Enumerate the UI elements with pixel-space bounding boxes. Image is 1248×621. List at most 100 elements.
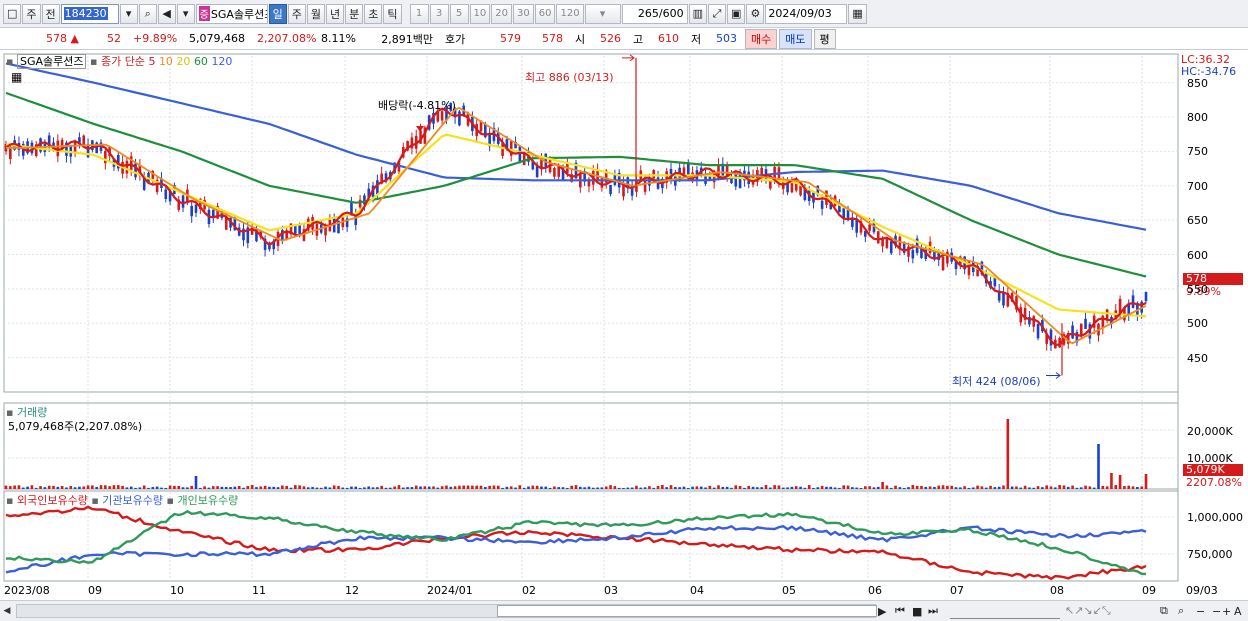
save-icon[interactable]: ▣ (726, 3, 746, 24)
interval-tab[interactable]: 3 (429, 3, 449, 24)
zoom-slider[interactable] (950, 603, 1060, 619)
stock-chart[interactable] (0, 50, 1248, 600)
period-tab[interactable]: 년 (326, 3, 345, 24)
zoom-minus-icon[interactable]: − (1212, 603, 1221, 619)
interval-tab[interactable]: 30 (513, 3, 534, 24)
candle-body (738, 173, 742, 189)
interval-tab[interactable]: 1 (409, 3, 429, 24)
sell-button[interactable]: 매도 (779, 28, 812, 49)
volume-bar (928, 486, 932, 489)
prev-button[interactable]: 전 (41, 3, 60, 24)
period-main-select[interactable]: 주 (22, 3, 41, 24)
volume-bar (471, 485, 474, 489)
draw-tools-icon[interactable]: ↖↗↘↙⤡ (1065, 603, 1111, 619)
volume-bar (108, 486, 111, 489)
open-label: 시 (575, 32, 586, 46)
legend-ma10: 10 (158, 55, 173, 68)
scroll-right-icon[interactable]: ▶ (878, 603, 886, 619)
first-icon[interactable]: ⏮ (895, 603, 905, 619)
volume-bar (1010, 486, 1014, 489)
volume-bar (522, 487, 526, 489)
volume-bar (436, 487, 440, 489)
quote-price-wrap: 578 ▲ (0, 32, 85, 45)
interval-tab[interactable]: 10 (469, 3, 491, 24)
volume-bar (820, 485, 824, 489)
volume-bar (389, 487, 392, 489)
volume-bar (777, 485, 781, 489)
volume-bar (656, 485, 660, 489)
volume-bar (907, 487, 910, 489)
buy-button[interactable]: 매수 (745, 28, 778, 49)
volume-bar (263, 485, 267, 489)
volume-bar (669, 485, 673, 489)
search-icon[interactable]: ⌕ (138, 3, 157, 24)
legend-ma120: 120 (211, 55, 233, 68)
volume-bar (475, 485, 478, 489)
stock-code-input[interactable]: 184230 (60, 3, 119, 24)
gear-icon[interactable]: ⚙ (746, 3, 765, 24)
volume-bar (276, 487, 280, 489)
code-dropdown-icon[interactable]: ▾ (119, 3, 138, 24)
volume-bar (1084, 485, 1087, 489)
scroll-thumb[interactable] (497, 605, 877, 617)
period-tab[interactable]: 주 (287, 3, 306, 24)
draw-icon[interactable]: ⤢ (707, 3, 726, 24)
x-axis-corner: 09/03 (1186, 584, 1218, 597)
chart-window-icon[interactable]: □ (3, 3, 22, 24)
candle-body (941, 256, 945, 271)
zoom-out-icon[interactable]: − (1196, 603, 1205, 619)
high-arrow-icon (622, 54, 635, 62)
period-tab[interactable]: 틱 (383, 3, 402, 24)
volume-bar (216, 486, 219, 489)
volume-bar (553, 486, 556, 489)
volume-bar (1075, 487, 1079, 489)
grid-icon[interactable]: ▦ (11, 70, 22, 84)
stock-name-box[interactable]: 증SGA솔루션즈 (195, 3, 268, 24)
interval-tab[interactable]: 120 (556, 3, 584, 24)
price-panel-frame (3, 53, 1179, 393)
interval-input[interactable]: ▾ (584, 3, 621, 24)
copy-icon[interactable]: ⧉ (1160, 603, 1168, 619)
volume-bar (1118, 475, 1122, 489)
scroll-left-icon[interactable]: ◀ (0, 603, 14, 619)
date-input[interactable]: 2024/09/03 (765, 3, 848, 24)
chart-type-icon[interactable]: ▥ (688, 3, 707, 24)
calendar-icon[interactable]: ▦ (848, 3, 867, 24)
volume-bar (104, 485, 107, 489)
legend-bullet-icon: ▪ (6, 55, 14, 68)
interval-tab[interactable]: 20 (491, 3, 512, 24)
interval-tab[interactable]: 5 (449, 3, 469, 24)
volume-bar (302, 486, 306, 489)
volume-bar (855, 487, 858, 489)
candle-body (1079, 323, 1083, 336)
volume-bar (69, 486, 73, 489)
period-tab[interactable]: 월 (306, 3, 326, 24)
speaker-dropdown-icon[interactable]: ▾ (176, 3, 195, 24)
volume-bar (678, 487, 681, 489)
period-tab[interactable]: 초 (364, 3, 383, 24)
font-size-icon[interactable]: A (1234, 603, 1242, 619)
zoom-icon[interactable]: ⌕ (1178, 603, 1184, 619)
period-tab[interactable]: 일 (268, 3, 287, 24)
interval-tab[interactable]: 60 (534, 3, 556, 24)
count-input[interactable]: 265/600 (621, 3, 688, 24)
zoom-plus-icon[interactable]: + (1222, 603, 1231, 619)
quote-high: 610 (658, 32, 679, 45)
volume-bar (91, 485, 94, 489)
legend-ma20: 20 (176, 55, 191, 68)
last-icon[interactable]: ⏭ (928, 603, 938, 619)
candle-body (181, 195, 185, 208)
volume-bar (561, 487, 565, 489)
eval-button[interactable]: 평 (813, 28, 836, 49)
speaker-icon[interactable]: ◀ (157, 3, 176, 24)
scroll-track[interactable] (16, 604, 877, 618)
volume-bar (933, 486, 936, 489)
period-tab[interactable]: 분 (345, 3, 364, 24)
candle-body (911, 250, 915, 259)
volume-bar (1019, 487, 1023, 489)
volume-bar (1079, 487, 1083, 489)
stop-icon[interactable]: ■ (912, 603, 922, 619)
volume-bar (250, 485, 254, 489)
dividend-marker-icon (416, 126, 424, 132)
candle-body (194, 204, 198, 213)
